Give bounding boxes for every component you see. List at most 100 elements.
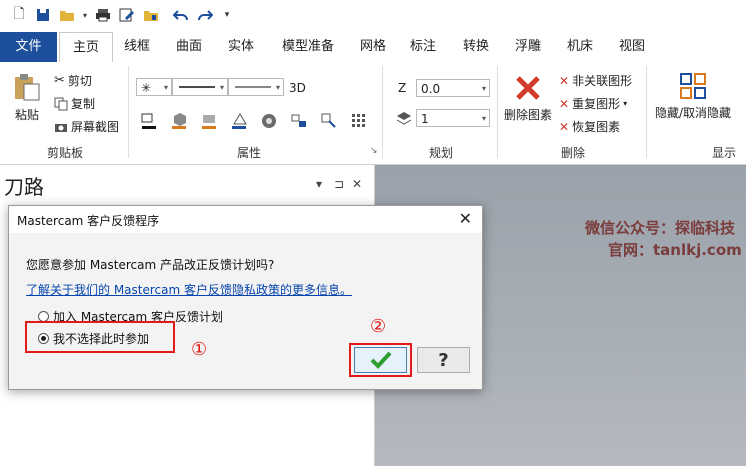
line-style-select[interactable]: ▾ [172,78,228,96]
tab-dimension[interactable]: 标注 [400,32,446,62]
new-file-icon[interactable]: 🗋 [10,6,28,24]
dialog-launcher-icon[interactable]: ↘ [370,146,378,156]
divider [382,66,383,158]
folder-properties-icon[interactable] [142,6,160,24]
chevron-down-icon[interactable]: ▾ [76,6,94,24]
attribute-tools [140,112,370,130]
line-style-icon [179,86,215,88]
paste-label: 粘贴 [14,108,39,122]
save-icon[interactable] [34,6,52,24]
checkmark-icon [370,351,391,369]
ribbon-tabs: 文件 主页 线框 曲面 实体 模型准备 网格 标注 转换 浮雕 机床 视图 [0,32,746,64]
restore-button[interactable]: ✕ 恢复图素 [559,118,620,135]
delete-entities-label: 删除图素 [504,108,553,122]
open-folder-icon[interactable] [58,6,76,24]
chevron-down-icon: ▾ [481,114,486,123]
group-label-clipboard: 剪贴板 [47,146,84,160]
restore-icon: ✕ [559,119,570,134]
tab-relief[interactable]: 浮雕 [505,32,551,62]
tab-home[interactable]: 主页 [59,32,113,64]
help-icon: ? [438,349,449,371]
point-style-select[interactable]: ✳ ▾ [136,78,172,96]
step-marker-2: ② [370,316,387,337]
scissors-icon: ✂ [54,73,65,88]
tab-machine[interactable]: 机床 [557,32,603,62]
dialog-titlebar: Mastercam 客户反馈程序 ✕ [9,206,482,233]
panel-menu-icon[interactable]: ▾ [316,177,322,191]
delete-entities-button[interactable]: 删除图素 [504,74,552,123]
line-width-icon [235,86,271,88]
mode-3d-toggle[interactable]: 3D [289,81,306,95]
fill-color-icon[interactable] [230,112,250,130]
tab-solid[interactable]: 实体 [218,32,264,62]
close-icon[interactable]: ✕ [459,209,472,228]
quick-access-toolbar: 🗋 ▾ ▾ [0,0,746,32]
z-depth-label: Z [398,81,407,95]
camera-icon [55,123,67,132]
duplicate-button[interactable]: ✕ 重复图形 ▾ [559,95,627,112]
solid-color-icon[interactable] [170,112,190,130]
screenshot-label: 屏幕截图 [71,120,120,134]
clear-color-icon[interactable] [290,112,310,130]
screenshot-button[interactable]: 屏幕截图 [54,118,119,135]
help-button[interactable]: ? [417,347,470,373]
tab-model-prep[interactable]: 模型准备 [276,32,340,62]
levels-icon [396,112,412,125]
tab-file[interactable]: 文件 [0,32,57,62]
paste-icon [15,74,40,101]
chevron-down-icon: ▾ [481,84,486,93]
unlink-button[interactable]: ✕ 非关联图形 [559,72,632,89]
watermark-website: 官网：tanlkj.com [608,241,742,259]
group-label-display: 显示 [712,146,737,160]
grid-settings-icon[interactable] [350,112,370,130]
panel-title: 刀路 [4,175,44,199]
print-icon[interactable] [94,6,112,24]
redo-icon[interactable] [196,6,214,24]
set-all-icon[interactable] [320,112,340,130]
feedback-dialog: Mastercam 客户反馈程序 ✕ 您愿意参加 Mastercam 产品改正反… [8,205,483,390]
z-depth-select[interactable]: 0.0 ▾ [416,79,490,97]
copy-label: 复制 [71,97,96,111]
hide-unhide-icon [680,73,707,99]
tab-surface[interactable]: 曲面 [166,32,212,62]
duplicate-label: 重复图形 [572,97,621,111]
dialog-question: 您愿意参加 Mastercam 产品改正反馈计划吗? [26,258,275,272]
step-marker-1: ① [191,339,208,360]
ok-button[interactable] [354,347,407,373]
point-style-icon: ✳ [141,81,152,95]
unlink-icon: ✕ [559,73,570,88]
privacy-policy-link[interactable]: 了解关于我们的 Mastercam 客户反馈隐私政策的更多信息。 [26,281,352,298]
divider [497,66,498,158]
cut-label: 剪切 [67,74,92,88]
pin-icon[interactable]: ⊐ [334,177,344,191]
cut-button[interactable]: ✂ 剪切 [54,72,92,89]
undo-icon[interactable] [172,6,190,24]
chevron-down-icon: ▾ [623,99,628,108]
line-width-select[interactable]: ▾ [228,78,284,96]
tab-wireframe[interactable]: 线框 [114,32,160,62]
tab-mesh[interactable]: 网格 [350,32,396,62]
duplicate-icon: ✕ [559,96,570,111]
chevron-down-icon: ▾ [219,83,224,92]
surface-color-icon[interactable] [200,112,220,130]
paste-button[interactable]: 粘贴 [12,72,42,123]
tab-view[interactable]: 视图 [609,32,655,62]
copy-button[interactable]: 复制 [54,95,95,112]
tab-transform[interactable]: 转换 [453,32,499,62]
level-value: 1 [421,112,429,126]
close-icon[interactable]: ✕ [352,177,362,191]
chevron-down-icon: ▾ [275,83,280,92]
level-select[interactable]: 1 ▾ [416,109,490,127]
delete-x-icon [516,76,540,100]
group-label-properties: 属性 [237,146,262,160]
chevron-down-icon: ▾ [163,83,168,92]
divider [128,66,129,158]
customize-toolbar-icon[interactable]: ▾ [218,6,236,24]
restore-label: 恢复图素 [572,120,621,134]
wireframe-color-icon[interactable] [140,112,160,130]
hide-unhide-button[interactable]: 隐藏/取消隐藏 [655,72,731,121]
divider [646,66,647,158]
edit-icon[interactable] [118,6,136,24]
material-icon[interactable] [260,112,280,130]
highlight-box-option [25,321,175,353]
